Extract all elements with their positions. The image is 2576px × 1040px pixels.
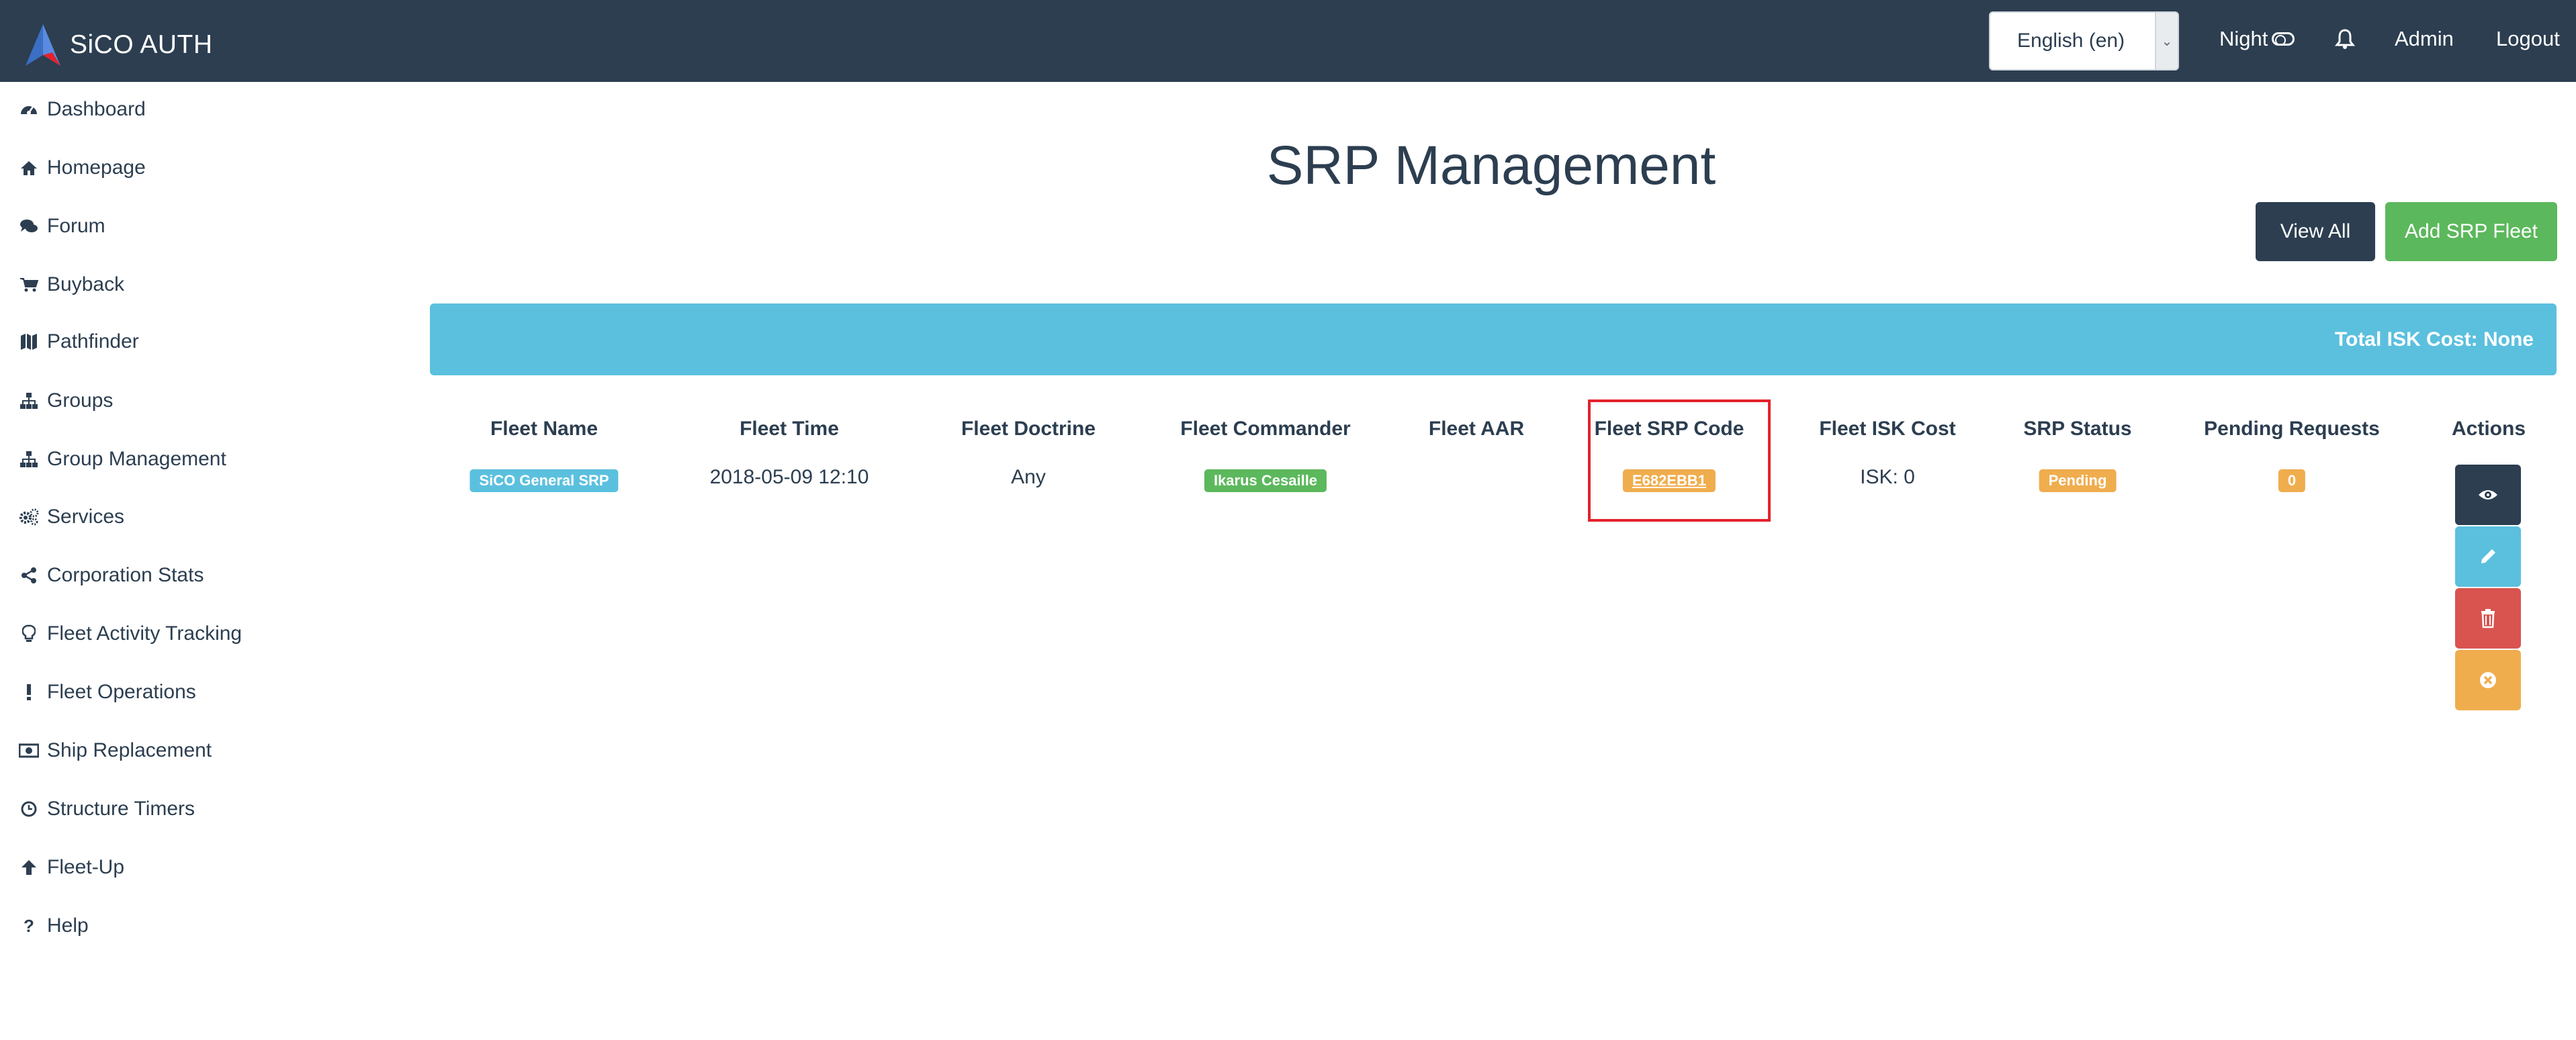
sidebar-item-ship-replacement[interactable]: Ship Replacement [19, 730, 212, 771]
total-isk-cost-banner: Total ISK Cost: None [430, 303, 2557, 375]
sidebar-item-label: Forum [47, 215, 105, 237]
pending-count-badge: 0 [2278, 469, 2306, 492]
sidebar-item-fleet-operations[interactable]: Fleet Operations [19, 672, 196, 712]
brand-logo-icon [26, 24, 60, 66]
edit-fleet-button[interactable] [2455, 526, 2521, 587]
cancel-fleet-button[interactable] [2455, 650, 2521, 710]
sidebar-item-label: Buyback [47, 273, 125, 295]
srp-code-highlight [1588, 399, 1771, 522]
sidebar-item-group-management[interactable]: Group Management [19, 439, 226, 479]
view-fleet-button[interactable] [2455, 465, 2521, 525]
close-circle-icon [2480, 672, 2496, 688]
pending-requests-cell: 0 [2278, 468, 2306, 492]
sidebar-item-services[interactable]: Services [19, 497, 124, 537]
column-header-fleet-time: Fleet Time [740, 418, 839, 440]
column-header-fleet-commander: Fleet Commander [1180, 418, 1351, 440]
total-isk-cost: Total ISK Cost: None [2334, 328, 2534, 350]
sidebar-item-dashboard[interactable]: Dashboard [19, 89, 146, 130]
sidebar-item-buyback[interactable]: Buyback [19, 265, 124, 305]
clock-icon [19, 799, 39, 819]
page-title: SRP Management [1266, 135, 1716, 196]
logout-link[interactable]: Logout [2496, 27, 2560, 51]
question-icon: ? [24, 915, 34, 936]
eye-icon [2479, 490, 2497, 500]
sidebar-item-label: Dashboard [47, 98, 146, 120]
fleet-commander-badge: Ikarus Cesaille [1204, 469, 1327, 492]
sidebar-item-label: Services [47, 506, 125, 528]
sidebar-item-label: Structure Timers [47, 798, 195, 820]
bell-icon [2335, 29, 2355, 49]
srp-status-cell: Pending [2039, 468, 2117, 492]
chevron-down-icon: ⌄ [2155, 13, 2178, 69]
sitemap-icon [19, 391, 39, 411]
lightbulb-icon [19, 624, 39, 644]
sidebar-item-structure-timers[interactable]: Structure Timers [19, 789, 195, 829]
view-all-button[interactable]: View All [2256, 202, 2375, 261]
sidebar-item-help[interactable]: ? Help [19, 906, 89, 946]
sidebar-item-label: Fleet Operations [47, 681, 196, 703]
comments-icon [19, 216, 39, 236]
status-badge: Pending [2039, 469, 2117, 492]
sidebar-item-label: Fleet-Up [47, 856, 125, 878]
sidebar-item-fleet-activity-tracking[interactable]: Fleet Activity Tracking [19, 614, 242, 654]
sidebar-item-label: Corporation Stats [47, 564, 204, 586]
home-icon [19, 158, 39, 178]
fleet-name-cell: SiCO General SRP [470, 468, 619, 492]
sidebar-item-corporation-stats[interactable]: Corporation Stats [19, 555, 204, 596]
column-header-actions: Actions [2451, 418, 2526, 440]
fleet-commander-cell: Ikarus Cesaille [1204, 468, 1327, 492]
sidebar-item-fleet-up[interactable]: Fleet-Up [19, 847, 124, 888]
night-mode-toggle[interactable]: Night [2219, 27, 2295, 51]
sidebar-item-label: Ship Replacement [47, 739, 212, 761]
money-icon [19, 741, 39, 761]
sidebar-item-label: Pathfinder [47, 330, 139, 352]
night-mode-label: Night [2219, 27, 2268, 50]
language-selected: English (en) [2017, 30, 2125, 52]
sidebar-item-pathfinder[interactable]: Pathfinder [19, 322, 139, 362]
exclamation-icon [19, 682, 39, 702]
sidebar-item-homepage[interactable]: Homepage [19, 148, 146, 188]
fleet-isk-cost-cell: ISK: 0 [1860, 466, 1915, 488]
cart-icon [19, 275, 39, 295]
notifications-button[interactable] [2335, 28, 2355, 50]
sidebar-item-label: Groups [47, 389, 114, 412]
top-navbar: SiCO AUTH English (en) ⌄ Night Admin Log… [0, 0, 2576, 82]
column-header-fleet-name: Fleet Name [490, 418, 598, 440]
sidebar-item-label: Group Management [47, 448, 226, 470]
sidebar-item-forum[interactable]: Forum [19, 206, 105, 246]
cogs-icon [19, 507, 39, 527]
sidebar-item-label: Fleet Activity Tracking [47, 622, 242, 645]
trash-icon [2481, 609, 2495, 628]
share-icon [19, 565, 39, 585]
dashboard-icon [19, 99, 39, 120]
column-header-fleet-aar: Fleet AAR [1428, 418, 1525, 440]
fleet-doctrine-cell: Any [1011, 466, 1046, 488]
column-header-srp-status: SRP Status [2023, 418, 2132, 440]
brand-name: SiCO AUTH [70, 30, 213, 59]
sidebar-item-groups[interactable]: Groups [19, 381, 113, 421]
delete-fleet-button[interactable] [2455, 588, 2521, 649]
pencil-icon [2481, 549, 2495, 563]
toggle-icon [2272, 32, 2295, 46]
fleet-time-cell: 2018-05-09 12:10 [709, 466, 869, 488]
language-select[interactable]: English (en) ⌄ [1989, 11, 2179, 70]
sidebar-item-label: Homepage [47, 156, 146, 179]
arrow-up-icon [19, 857, 39, 878]
add-srp-fleet-button[interactable]: Add SRP Fleet [2385, 202, 2557, 261]
brand[interactable]: SiCO AUTH [23, 23, 213, 67]
map-icon [19, 332, 39, 352]
sidebar-item-label: Help [47, 914, 89, 937]
column-header-fleet-isk-cost: Fleet ISK Cost [1819, 418, 1956, 440]
admin-link[interactable]: Admin [2395, 27, 2454, 51]
column-header-fleet-doctrine: Fleet Doctrine [961, 418, 1096, 440]
column-header-pending-requests: Pending Requests [2204, 418, 2380, 440]
sitemap-icon [19, 449, 39, 469]
fleet-name-badge: SiCO General SRP [470, 469, 619, 492]
